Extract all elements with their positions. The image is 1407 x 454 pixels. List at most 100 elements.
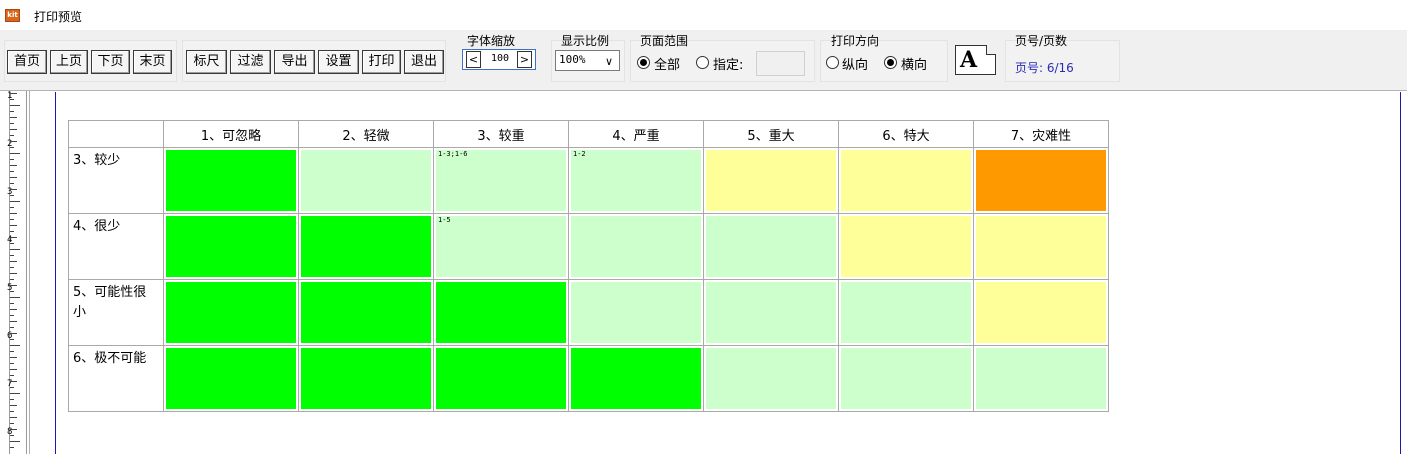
- risk-cell: [973, 345, 1109, 412]
- matrix-row: 3、较少 1-3;1-6 1-2: [68, 147, 1109, 214]
- risk-cell-fill: [706, 282, 836, 343]
- risk-cell: [703, 279, 839, 346]
- ruler-tick: [10, 423, 14, 424]
- page-range-label: 页面范围: [640, 34, 689, 48]
- risk-cell-fill: [976, 150, 1106, 211]
- risk-cell-fill: [841, 282, 971, 343]
- risk-cell-fill: [976, 348, 1106, 409]
- export-button[interactable]: 导出: [274, 50, 315, 74]
- ruler-tick: [10, 195, 14, 196]
- row-header: 6、极不可能: [68, 345, 164, 412]
- ruler-tick: [10, 135, 14, 136]
- ruler-tick: [10, 297, 20, 298]
- ruler-tick: [10, 429, 17, 430]
- column-header: 5、重大: [703, 120, 839, 148]
- matrix-row: 6、极不可能: [68, 345, 1109, 412]
- first-page-button[interactable]: 首页: [7, 50, 47, 74]
- risk-matrix-table: 1、可忽略 2、轻微 3、较重 4、严重 5、重大 6、特大 7、灾难性 3、较…: [68, 120, 1109, 412]
- settings-button[interactable]: 设置: [318, 50, 359, 74]
- risk-cell: [838, 213, 974, 280]
- ruler-tick: [10, 99, 14, 100]
- risk-cell-fill: [706, 348, 836, 409]
- risk-cell-fill: [301, 348, 431, 409]
- font-zoom-increase-button[interactable]: >: [517, 51, 532, 68]
- risk-cell-fill: [976, 216, 1106, 277]
- display-scale-label: 显示比例: [561, 34, 610, 48]
- risk-cell-fill: [571, 216, 701, 277]
- risk-code-label: 1-5: [438, 216, 451, 224]
- risk-cell: [298, 147, 434, 214]
- ruler-tick: [10, 105, 20, 106]
- risk-cell-fill: [571, 348, 701, 409]
- risk-cell-fill: [166, 282, 296, 343]
- ruler-tick: [10, 363, 14, 364]
- filter-button[interactable]: 过滤: [230, 50, 271, 74]
- next-page-button[interactable]: 下页: [91, 50, 130, 74]
- risk-cell: [298, 213, 434, 280]
- risk-cell-fill: [436, 348, 566, 409]
- matrix-header-row: 1、可忽略 2、轻微 3、较重 4、严重 5、重大 6、特大 7、灾难性: [68, 120, 1109, 148]
- risk-cell-fill: 1-5: [436, 216, 566, 277]
- ruler-tick: [10, 411, 14, 412]
- app-kit-icon: kit: [5, 9, 20, 22]
- risk-cell-fill: [841, 216, 971, 277]
- matrix-corner-cell: [68, 120, 164, 148]
- risk-cell-fill: [301, 150, 431, 211]
- risk-cell-fill: [706, 150, 836, 211]
- ruler-tick: [10, 441, 20, 442]
- ruler-tick: [10, 261, 17, 262]
- orientation-landscape-radio[interactable]: [884, 56, 897, 69]
- prev-page-button[interactable]: 上页: [50, 50, 88, 74]
- font-settings-icon[interactable]: A: [955, 45, 996, 75]
- risk-cell: [838, 345, 974, 412]
- print-button[interactable]: 打印: [362, 50, 401, 74]
- display-scale-select[interactable]: 100% ∨: [555, 50, 620, 71]
- ruler-tick: [10, 147, 14, 148]
- page-range-specify-radio[interactable]: [696, 56, 709, 69]
- risk-cell-fill: [976, 282, 1106, 343]
- ruler-tick: [10, 447, 14, 448]
- orientation-label: 打印方向: [831, 34, 880, 48]
- ruler-tick: [10, 177, 17, 178]
- ruler-tick: [10, 93, 17, 94]
- ruler-tick: [10, 207, 14, 208]
- column-header: 2、轻微: [298, 120, 434, 148]
- risk-code-label: 1-3;1-6: [438, 150, 468, 158]
- risk-cell-fill: [436, 282, 566, 343]
- orientation-portrait-radio[interactable]: [826, 56, 839, 69]
- window-title: 打印预览: [34, 10, 83, 24]
- page-range-input[interactable]: [756, 51, 805, 76]
- ruler-tick: [10, 417, 17, 418]
- ruler-tick: [10, 303, 14, 304]
- ruler-tick: [10, 375, 14, 376]
- ruler-tick: [10, 129, 17, 130]
- ruler-tick: [10, 225, 17, 226]
- ruler-tick: [10, 369, 17, 370]
- risk-cell: [973, 279, 1109, 346]
- font-zoom-decrease-button[interactable]: <: [466, 51, 481, 68]
- ruler-tick: [10, 249, 20, 250]
- page-number-text: 页号: 6/16: [1015, 61, 1074, 75]
- page-info-label: 页号/页数: [1015, 34, 1068, 48]
- ruler-tick: [10, 153, 20, 154]
- page-right-margin-line: [1400, 92, 1401, 454]
- ruler-tick: [10, 291, 14, 292]
- ruler-button[interactable]: 标尺: [186, 50, 227, 74]
- exit-button[interactable]: 退出: [404, 50, 444, 74]
- column-header: 6、特大: [838, 120, 974, 148]
- chevron-down-icon: ∨: [604, 55, 613, 68]
- ruler-tick: [10, 237, 17, 238]
- column-header: 7、灾难性: [973, 120, 1109, 148]
- last-page-button[interactable]: 末页: [133, 50, 172, 74]
- risk-cell: [838, 147, 974, 214]
- risk-cell: [163, 213, 299, 280]
- orientation-landscape-label: 横向: [901, 58, 928, 73]
- page-range-all-radio[interactable]: [637, 56, 650, 69]
- matrix-row: 5、可能性很小: [68, 279, 1109, 346]
- risk-cell: [703, 345, 839, 412]
- ruler-tick: [10, 315, 14, 316]
- risk-cell: [568, 279, 704, 346]
- ruler-tick: [10, 171, 14, 172]
- font-zoom-value[interactable]: 100: [488, 50, 512, 67]
- risk-cell-fill: [571, 282, 701, 343]
